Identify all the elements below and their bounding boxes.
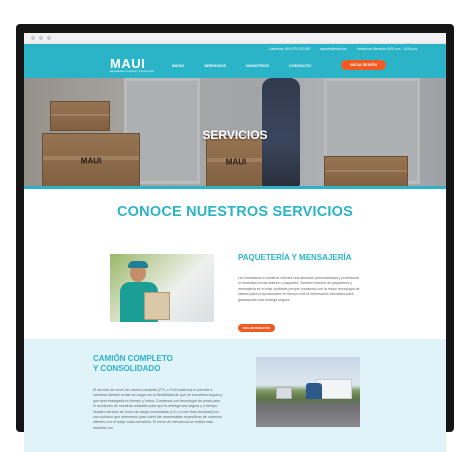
service-description: El servicio de envío de camión completo … <box>93 388 223 430</box>
service-description: Les brindamos a nuestros clientes una at… <box>238 276 360 302</box>
courier-photo <box>110 254 214 322</box>
login-button[interactable]: INICIA SESIÓN <box>341 60 386 70</box>
box-logo: MAUI <box>80 156 102 165</box>
cardboard-box: MAUI <box>206 136 266 186</box>
nav-item-servicios[interactable]: SERVICIOS <box>204 63 226 68</box>
window-dot <box>47 36 51 40</box>
hours-text: Horario de Atención: 8:00 a.m. - 8:00 p.… <box>356 46 418 51</box>
logo-text: MAUI <box>110 56 146 72</box>
contact-bar: Llámanos: 800 475 023 030 soporte@maui.m… <box>24 44 446 53</box>
box-logo: MAUI <box>225 157 247 167</box>
hero-divider <box>24 186 446 189</box>
nav-item-inicio[interactable]: INICIO <box>172 63 184 68</box>
nav-item-nosotros[interactable]: NOSOTROS <box>246 63 269 68</box>
logo-tagline: Especialistas en Logística y Transportac… <box>110 71 155 74</box>
cardboard-box <box>324 156 408 186</box>
logo[interactable]: MAUI Especialistas en Logística y Transp… <box>110 57 154 73</box>
service-paqueteria: PAQUETERÍA Y MENSAJERÍA Les brindamos a … <box>24 220 446 340</box>
browser-chrome <box>24 33 446 44</box>
phone-text: Llámanos: 800 475 023 030 <box>269 46 310 51</box>
section-title: CONOCE NUESTROS SERVICIOS <box>117 204 353 220</box>
service-title-line: CAMIÓN COMPLETO <box>93 354 173 363</box>
cardboard-box <box>50 101 110 131</box>
service-title: CAMIÓN COMPLETO Y CONSOLIDADO <box>93 354 173 374</box>
nav-item-contacto[interactable]: CONTACTO <box>289 63 311 68</box>
hero-banner: MAUI MAUI SERVICIOS <box>24 78 446 186</box>
service-title: PAQUETERÍA Y MENSAJERÍA <box>238 253 352 262</box>
service-camion: CAMIÓN COMPLETO Y CONSOLIDADO El servici… <box>24 339 446 452</box>
main-navbar: MAUI Especialistas en Logística y Transp… <box>24 53 446 78</box>
truck-photo <box>256 357 360 427</box>
window-dot <box>39 36 43 40</box>
window-dot <box>31 36 35 40</box>
more-info-button[interactable]: MÁS INFORMACIÓN <box>238 324 276 332</box>
hero-title: SERVICIOS <box>202 128 268 142</box>
browser-window: Llámanos: 800 475 023 030 soporte@maui.m… <box>24 33 446 452</box>
email-link[interactable]: soporte@maui.mx <box>320 47 347 51</box>
nav-menu: INICIO SERVICIOS NOSOTROS CONTACTO <box>172 63 311 68</box>
service-title-line: Y CONSOLIDADO <box>93 364 161 373</box>
